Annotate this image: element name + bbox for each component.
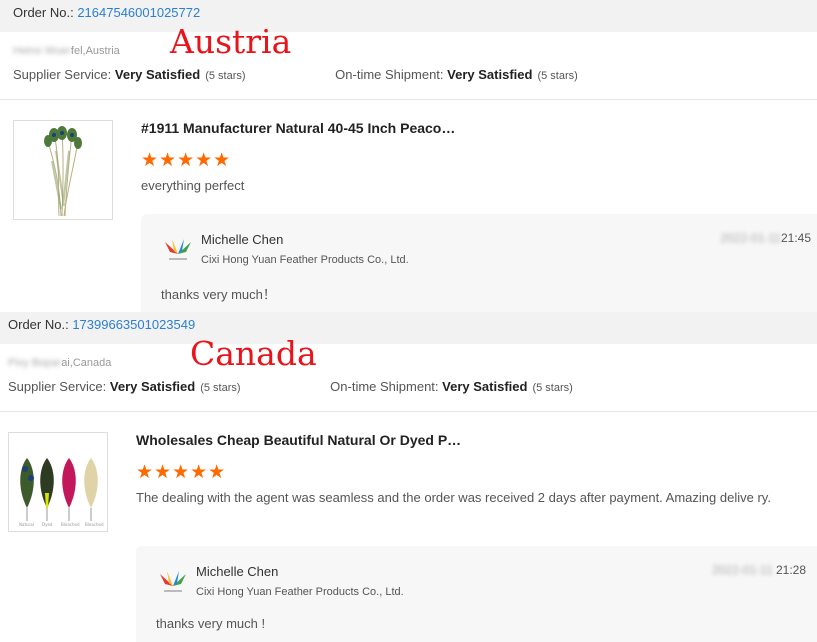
svg-text:Bleached: Bleached <box>61 522 80 527</box>
reply-datetime: 2022-01-1121:45 <box>720 231 811 245</box>
shipment-stars: (5 stars) <box>532 382 573 394</box>
buyer-name-masked: Heino Wuer <box>13 45 71 57</box>
hong-yuan-logo-icon <box>165 239 191 260</box>
reply-company: Cixi Hong Yuan Feather Products Co., Ltd… <box>196 586 404 598</box>
review-text: The dealing with the agent was seamless … <box>136 490 771 505</box>
svg-text:Dyed: Dyed <box>42 522 53 527</box>
order-label: Order No.: <box>8 317 69 332</box>
order-label: Order No.: <box>13 5 74 20</box>
reply-time: 21:28 <box>775 563 806 577</box>
supplier-reply: Michelle Chen Cixi Hong Yuan Feather Pro… <box>141 214 817 312</box>
shipment-value: Very Satisfied <box>442 379 528 394</box>
order-ratings: Supplier Service: Very Satisfied (5 stars… <box>13 67 578 82</box>
star-rating: ★★★★★ <box>136 462 227 483</box>
buyer-name-masked: Pixy Bopar <box>8 357 62 369</box>
shipment-stars: (5 stars) <box>537 70 578 82</box>
supplier-service-label: Supplier Service: <box>13 67 112 82</box>
country-overlay-label: Canada <box>190 334 317 373</box>
reply-author: Michelle Chen <box>196 564 279 579</box>
buyer-name: Pixy Boparai,Canada <box>8 357 111 369</box>
supplier-service-label: Supplier Service: <box>8 379 107 394</box>
supplier-service-stars: (5 stars) <box>200 382 241 394</box>
order-number-link[interactable]: 17399663501023549 <box>72 317 195 332</box>
supplier-service-value: Very Satisfied <box>114 67 201 82</box>
reply-date-masked: 2022-01-11 <box>712 563 773 577</box>
order-bar: Order No.: 21647546001025772 <box>0 0 817 32</box>
divider <box>0 411 817 412</box>
supplier-reply: Michelle Chen Cixi Hong Yuan Feather Pro… <box>136 546 817 642</box>
reply-text: thanks very much！ <box>161 287 276 302</box>
divider <box>0 99 817 100</box>
reply-time: 21:45 <box>780 231 811 245</box>
hong-yuan-logo-icon <box>160 571 186 592</box>
svg-text:Bleached: Bleached <box>85 522 104 527</box>
star-rating: ★★★★★ <box>141 150 232 171</box>
buyer-location: ai,Canada <box>61 357 112 369</box>
order-number-link[interactable]: 21647546001025772 <box>77 5 200 20</box>
buyer-name: Heino Wuerfel,Austria <box>13 45 120 57</box>
shipment-label: On-time Shipment: <box>330 379 439 394</box>
buyer-location: fel,Austria <box>70 45 120 57</box>
review-text: everything perfect <box>141 178 245 193</box>
product-thumbnail[interactable]: Natural Dyed Bleached Bleached <box>8 432 108 532</box>
reply-date-masked: 2022-01-11 <box>720 231 781 245</box>
svg-text:Natural: Natural <box>19 522 34 527</box>
country-overlay-label: Austria <box>170 22 292 61</box>
product-thumbnail[interactable] <box>13 120 113 220</box>
supplier-service-stars: (5 stars) <box>205 70 246 82</box>
dyed-feathers-thumbnail: Natural Dyed Bleached Bleached <box>19 458 104 527</box>
peacock-feather-thumbnail <box>44 126 82 217</box>
order-bar: Order No.: 17399663501023549 <box>0 312 817 344</box>
reply-company: Cixi Hong Yuan Feather Products Co., Ltd… <box>201 254 409 266</box>
product-title-link[interactable]: Wholesales Cheap Beautiful Natural Or Dy… <box>136 432 461 448</box>
review-card-2: Order No.: 17399663501023549 Pixy Bopara… <box>0 312 817 642</box>
reply-author: Michelle Chen <box>201 232 284 247</box>
shipment-value: Very Satisfied <box>447 67 533 82</box>
review-card-1: Order No.: 21647546001025772 Heino Wuerf… <box>0 0 817 312</box>
reply-datetime: 2022-01-11 21:28 <box>712 563 806 577</box>
product-title-link[interactable]: #1911 Manufacturer Natural 40-45 Inch Pe… <box>141 120 455 136</box>
order-ratings: Supplier Service: Very Satisfied (5 stars… <box>8 379 573 394</box>
reply-text: thanks very much ! <box>156 616 266 631</box>
supplier-service-value: Very Satisfied <box>109 379 196 394</box>
shipment-label: On-time Shipment: <box>335 67 444 82</box>
